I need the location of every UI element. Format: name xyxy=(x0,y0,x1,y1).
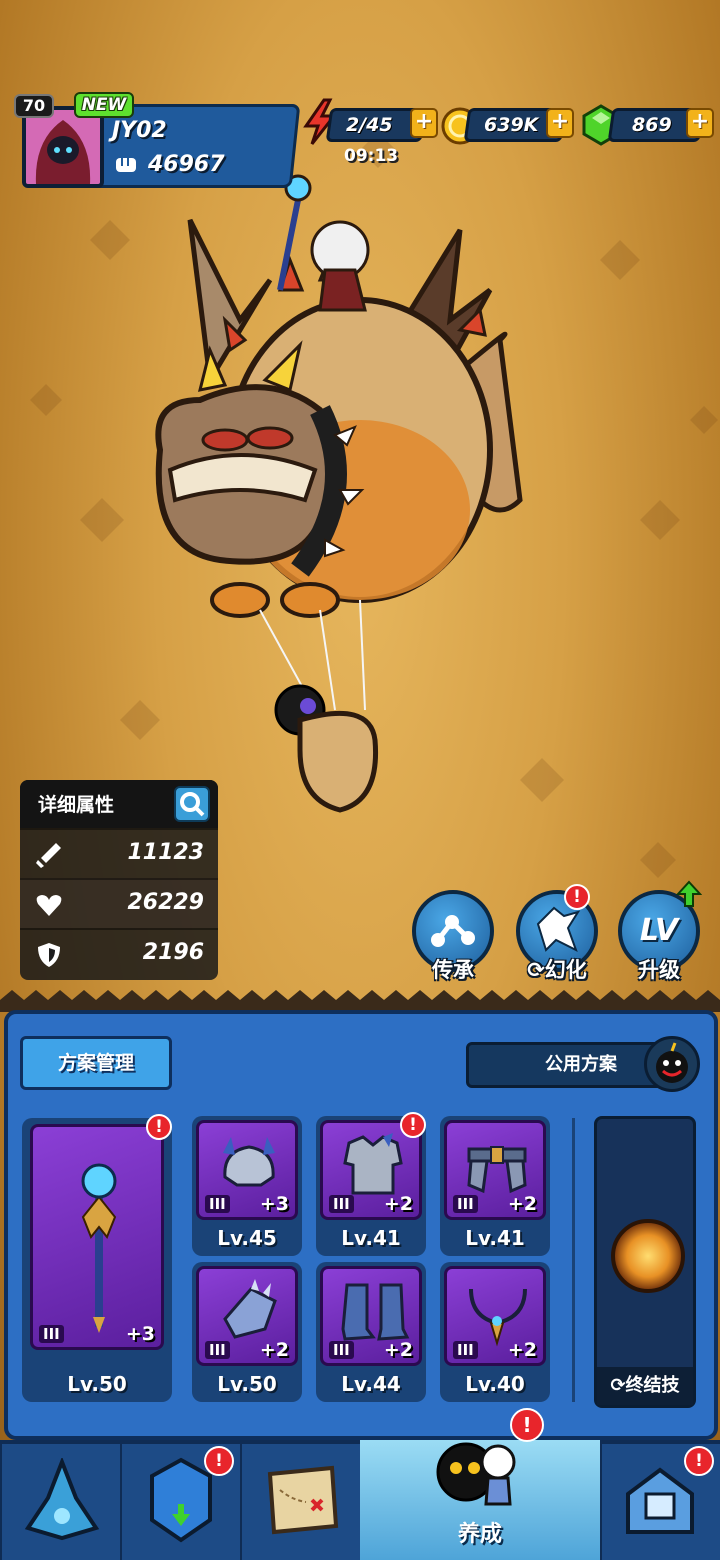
boots-icon xyxy=(341,1283,410,1341)
belt-icon xyxy=(467,1146,527,1194)
helmet-enhance: +3 xyxy=(259,1193,289,1215)
gauntlet-card: III +2 xyxy=(196,1266,298,1366)
transform-label-text: 幻化 xyxy=(544,958,587,982)
weapon-enhance: +3 xyxy=(125,1323,155,1345)
detailed-stats-panel: 详细属性 11123 26229 2196 xyxy=(20,780,218,980)
heart-icon xyxy=(36,895,62,916)
necklace-tier: III xyxy=(453,1341,478,1359)
transform-alert-badge: ! xyxy=(564,884,590,910)
gauntlet-level: Lv.50 xyxy=(217,1372,277,1396)
boots-tier: III xyxy=(329,1341,354,1359)
necklace-level: Lv.40 xyxy=(465,1372,525,1396)
hero-dragon-illustration xyxy=(155,174,523,813)
transform-label: ⟳幻化 xyxy=(502,954,612,984)
belt-level: Lv.41 xyxy=(465,1226,525,1250)
hp-stat-row: 26229 xyxy=(20,878,218,928)
stats-header: 详细属性 xyxy=(20,780,218,828)
avatar[interactable] xyxy=(22,106,104,188)
armor-icon xyxy=(343,1133,403,1195)
stats-detail-button[interactable] xyxy=(174,786,210,822)
attack-stat-row: 11123 xyxy=(20,828,218,878)
player-level-badge: 70 xyxy=(14,94,54,118)
ultimate-skill-label-text: 终结技 xyxy=(625,1375,680,1396)
panel-top-border xyxy=(0,990,720,1012)
add-gold-button[interactable]: + xyxy=(546,108,574,138)
gem-value: 869 xyxy=(632,114,672,136)
attack-value: 11123 xyxy=(127,840,204,865)
gold-value: 639K xyxy=(484,114,539,136)
plan-management-button[interactable]: 方案管理 xyxy=(20,1036,172,1090)
player-name: JY02 xyxy=(112,118,167,143)
boots-enhance: +2 xyxy=(383,1339,413,1361)
helmet-slot[interactable]: III +3 Lv.45 xyxy=(192,1116,302,1256)
nav-develop-label: 养成 xyxy=(457,1522,502,1547)
necklace-slot[interactable]: III +2 Lv.40 xyxy=(440,1262,550,1402)
armor-enhance: +2 xyxy=(383,1193,413,1215)
gauntlet-tier: III xyxy=(205,1341,230,1359)
shared-plan-creature-icon[interactable] xyxy=(644,1036,700,1092)
weapon-alert-badge: ! xyxy=(146,1114,172,1140)
necklace-card: III +2 xyxy=(444,1266,546,1366)
defense-value: 2196 xyxy=(142,940,204,965)
armor-tier: III xyxy=(329,1195,354,1213)
belt-card: III +2 xyxy=(444,1120,546,1220)
belt-slot[interactable]: III +2 Lv.41 xyxy=(440,1116,550,1256)
weapon-slot[interactable]: III +3 Lv.50 xyxy=(22,1118,172,1402)
gauntlet-slot[interactable]: III +2 Lv.50 xyxy=(192,1262,302,1402)
upgrade-label: 升级 xyxy=(638,958,680,982)
nav-develop-alert-badge: ! xyxy=(510,1408,544,1442)
weapon-card: III +3 xyxy=(30,1124,164,1350)
hooded-character-icon xyxy=(35,120,91,184)
crystal-spire-icon xyxy=(24,1458,100,1541)
fist-icon xyxy=(116,158,136,172)
new-badge: NEW xyxy=(74,92,134,118)
ultimate-skill-slot[interactable]: ⟳终结技 xyxy=(594,1116,696,1408)
add-gem-button[interactable]: + xyxy=(686,108,714,138)
energy-value: 2/45 xyxy=(346,114,393,136)
stats-title: 详细属性 xyxy=(38,794,115,816)
belt-tier: III xyxy=(453,1195,478,1213)
boots-level: Lv.44 xyxy=(341,1372,401,1396)
boots-slot[interactable]: III +2 Lv.44 xyxy=(316,1262,426,1402)
helmet-card: III +3 xyxy=(196,1120,298,1220)
weapon-tier: III xyxy=(39,1325,64,1343)
helmet-tier: III xyxy=(205,1195,230,1213)
green-arrow-up-icon xyxy=(676,880,702,907)
necklace-enhance: +2 xyxy=(507,1339,537,1361)
add-energy-button[interactable]: + xyxy=(410,108,438,138)
ultimate-skill-icon xyxy=(611,1219,685,1293)
nav-upgrade-alert-badge: ! xyxy=(204,1446,234,1476)
nav-map[interactable] xyxy=(242,1444,360,1560)
weapon-level: Lv.50 xyxy=(67,1372,127,1396)
necklace-icon xyxy=(469,1288,527,1347)
inherit-label: 传承 xyxy=(432,958,474,982)
ultimate-skill-label: ⟳终结技 xyxy=(597,1367,693,1405)
equipment-divider xyxy=(572,1118,575,1402)
nav-shop-alert-badge: ! xyxy=(684,1446,714,1476)
sword-icon xyxy=(36,843,61,868)
hp-value: 26229 xyxy=(127,890,204,915)
staff-icon xyxy=(81,1163,117,1333)
card-upgrade-icon xyxy=(150,1457,212,1543)
refresh-icon: ⟳ xyxy=(610,1375,626,1396)
energy-timer: 09:13 xyxy=(344,146,399,166)
armor-level: Lv.41 xyxy=(341,1226,401,1250)
helmet-icon xyxy=(223,1137,275,1187)
player-profile[interactable]: 70 NEW JY02 46967 xyxy=(14,92,301,192)
gauntlet-enhance: +2 xyxy=(259,1339,289,1361)
refresh-icon: ⟳ xyxy=(527,958,545,982)
nav-battle[interactable] xyxy=(2,1444,120,1560)
gauntlet-icon xyxy=(223,1279,277,1339)
bomb-creature-icon xyxy=(656,1042,688,1083)
defense-stat-row: 2196 xyxy=(20,928,218,978)
search-icon xyxy=(180,792,205,817)
treasure-map-icon xyxy=(267,1465,339,1535)
helmet-level: Lv.45 xyxy=(217,1226,277,1250)
combat-power: 46967 xyxy=(148,152,225,177)
boots-card: III +2 xyxy=(320,1266,422,1366)
shield-icon xyxy=(38,943,60,967)
belt-enhance: +2 xyxy=(507,1193,537,1215)
armor-alert-badge: ! xyxy=(400,1112,426,1138)
